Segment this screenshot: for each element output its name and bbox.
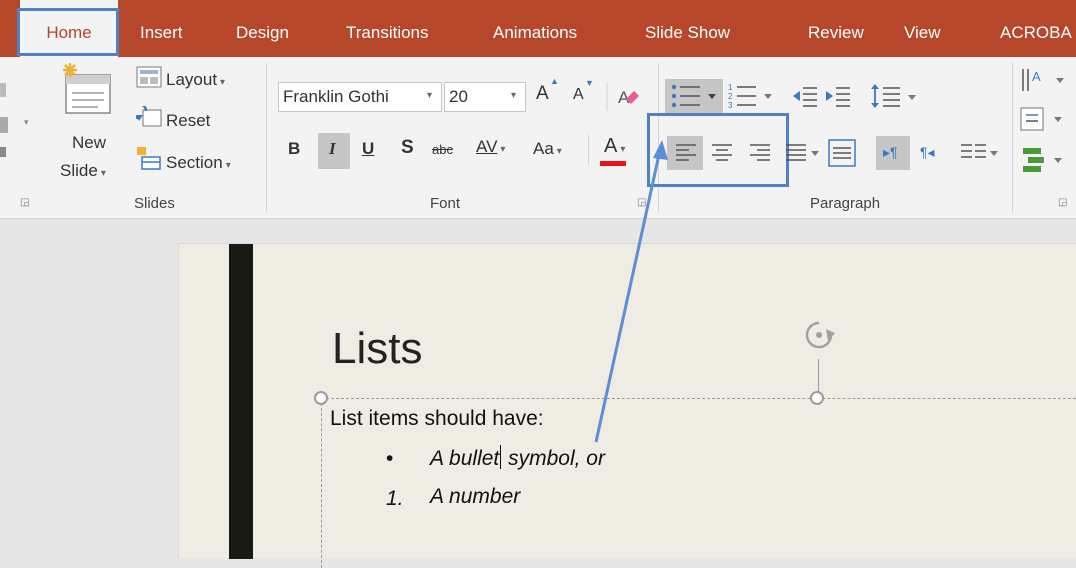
shadow-button[interactable]: S — [401, 137, 414, 159]
svg-text:2: 2 — [728, 92, 733, 101]
font-launcher-icon[interactable]: ◲ — [637, 197, 646, 208]
chevron-down-icon: ▾ — [427, 90, 433, 101]
slides-group-label: Slides — [134, 195, 175, 212]
section-label: Section — [166, 153, 223, 172]
resize-handle-top-left[interactable] — [314, 391, 328, 405]
convert-to-smartart-icon[interactable] — [1020, 145, 1070, 175]
distributed-icon[interactable] — [828, 139, 856, 167]
font-size-value: 20 — [449, 87, 468, 106]
italic-button[interactable]: I — [329, 139, 336, 159]
character-spacing-button[interactable]: AV ▾ — [476, 137, 505, 157]
justify-icon[interactable] — [785, 143, 821, 163]
align-right-icon[interactable] — [749, 143, 771, 163]
tab-acrobat[interactable]: ACROBA — [1000, 0, 1072, 57]
tab-view[interactable]: View — [904, 0, 941, 57]
clipboard-dropdown-icon[interactable]: ▾ — [24, 117, 29, 128]
chevron-down-icon: ▾ — [225, 160, 231, 171]
change-case-button[interactable]: Aa ▾ — [533, 139, 562, 159]
slide-decor-bar — [229, 244, 253, 559]
layout-icon — [136, 66, 162, 88]
bullet-symbol: • — [386, 447, 394, 470]
list-intro-text: List items should have: — [330, 407, 544, 430]
bullets-icon[interactable] — [670, 82, 720, 110]
paragraph-launcher-icon[interactable]: ◲ — [1058, 197, 1067, 208]
grow-font-arrow-icon: ▲ — [550, 76, 559, 86]
shrink-font-button[interactable]: A — [573, 86, 584, 104]
number-item: A number — [430, 485, 521, 508]
svg-text:3: 3 — [728, 101, 733, 110]
home-tab-highlight — [17, 8, 119, 56]
bullet-item-text-end: symbol, or — [502, 447, 605, 470]
reset-button[interactable]: Reset — [166, 111, 210, 131]
section-button[interactable]: Section ▾ — [166, 153, 231, 173]
grow-font-button[interactable]: A — [536, 83, 549, 105]
slide-workspace: Lists List items should have: • A bullet… — [0, 220, 1076, 568]
svg-text:1: 1 — [728, 83, 733, 92]
left-to-right-icon[interactable]: ▸¶ — [883, 144, 898, 161]
chevron-down-icon: ▾ — [500, 144, 506, 155]
slide-canvas[interactable]: Lists List items should have: • A bullet… — [178, 243, 1076, 568]
new-slide-dropdown[interactable]: Slide ▾ — [60, 161, 106, 181]
font-color-swatch — [600, 161, 626, 166]
tab-insert[interactable]: Insert — [140, 0, 183, 57]
chevron-down-icon: ▾ — [511, 90, 517, 101]
align-center-icon[interactable] — [711, 143, 733, 163]
tab-review[interactable]: Review — [808, 0, 864, 57]
font-name-value: Franklin Gothi — [283, 87, 389, 106]
tab-transitions[interactable]: Transitions — [346, 0, 429, 57]
divider — [588, 135, 589, 165]
right-to-left-icon[interactable]: ¶◂ — [920, 144, 935, 161]
ribbon-tab-bar: Home Insert Design Transitions Animation… — [0, 0, 1076, 57]
divider — [1012, 63, 1013, 213]
slide-title[interactable]: Lists — [332, 324, 422, 374]
chevron-down-icon: ▾ — [100, 168, 106, 179]
tab-slide-show[interactable]: Slide Show — [645, 0, 730, 57]
svg-text:A: A — [1032, 69, 1041, 84]
clear-formatting-icon[interactable]: A — [606, 83, 640, 111]
font-group-label: Font — [430, 195, 461, 212]
reset-icon — [136, 106, 162, 127]
font-name-select[interactable]: Franklin Gothi ▾ — [278, 82, 442, 112]
font-color-button[interactable]: A ▾ — [604, 135, 625, 158]
layout-label: Layout — [166, 70, 218, 89]
ribbon: ▾ ◲ New Slide ▾ Layout ▾ Reset Section ▾ Sl… — [0, 57, 1076, 219]
bullet-item: A bullet symbol, or — [430, 445, 605, 471]
change-case-label: Aa — [533, 139, 554, 158]
tab-animations[interactable]: Animations — [493, 0, 577, 57]
shrink-font-arrow-icon: ▼ — [585, 78, 594, 88]
list-textbox[interactable]: List items should have: • A bullet symbo… — [321, 398, 1076, 568]
divider — [266, 63, 267, 213]
tab-design[interactable]: Design — [236, 0, 289, 57]
bullet-item-text-start: A bullet — [430, 447, 500, 470]
font-color-label: A — [604, 135, 618, 157]
text-direction-icon[interactable]: A — [1020, 65, 1070, 95]
rotate-handle-icon[interactable] — [801, 319, 837, 359]
increase-indent-icon[interactable] — [825, 85, 851, 107]
underline-button[interactable]: U — [362, 139, 374, 159]
decrease-indent-icon[interactable] — [792, 85, 818, 107]
section-icon — [137, 147, 161, 170]
new-slide-label-2: Slide — [60, 161, 98, 180]
clipboard-icon — [0, 83, 8, 157]
spacing-label: AV — [476, 137, 498, 156]
clipboard-launcher-icon[interactable]: ◲ — [20, 197, 29, 208]
new-slide-icon[interactable] — [58, 63, 114, 119]
columns-icon[interactable] — [960, 143, 1000, 163]
layout-button[interactable]: Layout ▾ — [166, 70, 225, 90]
font-size-select[interactable]: 20 ▾ — [444, 82, 526, 112]
paragraph-group-label: Paragraph — [810, 195, 881, 212]
new-slide-label[interactable]: New — [72, 133, 106, 153]
align-text-icon[interactable] — [1020, 107, 1070, 133]
line-spacing-icon[interactable] — [870, 83, 918, 109]
chevron-down-icon: ▾ — [220, 77, 226, 88]
chevron-down-icon: ▾ — [556, 146, 562, 157]
bold-button[interactable]: B — [288, 139, 300, 159]
strikethrough-button[interactable]: abc — [432, 142, 453, 157]
align-left-icon[interactable] — [675, 143, 697, 163]
resize-handle-top-middle[interactable] — [810, 391, 824, 405]
number-symbol: 1. — [386, 487, 404, 510]
numbering-icon[interactable]: 1 2 3 — [728, 82, 778, 110]
chevron-down-icon: ▾ — [620, 144, 626, 155]
